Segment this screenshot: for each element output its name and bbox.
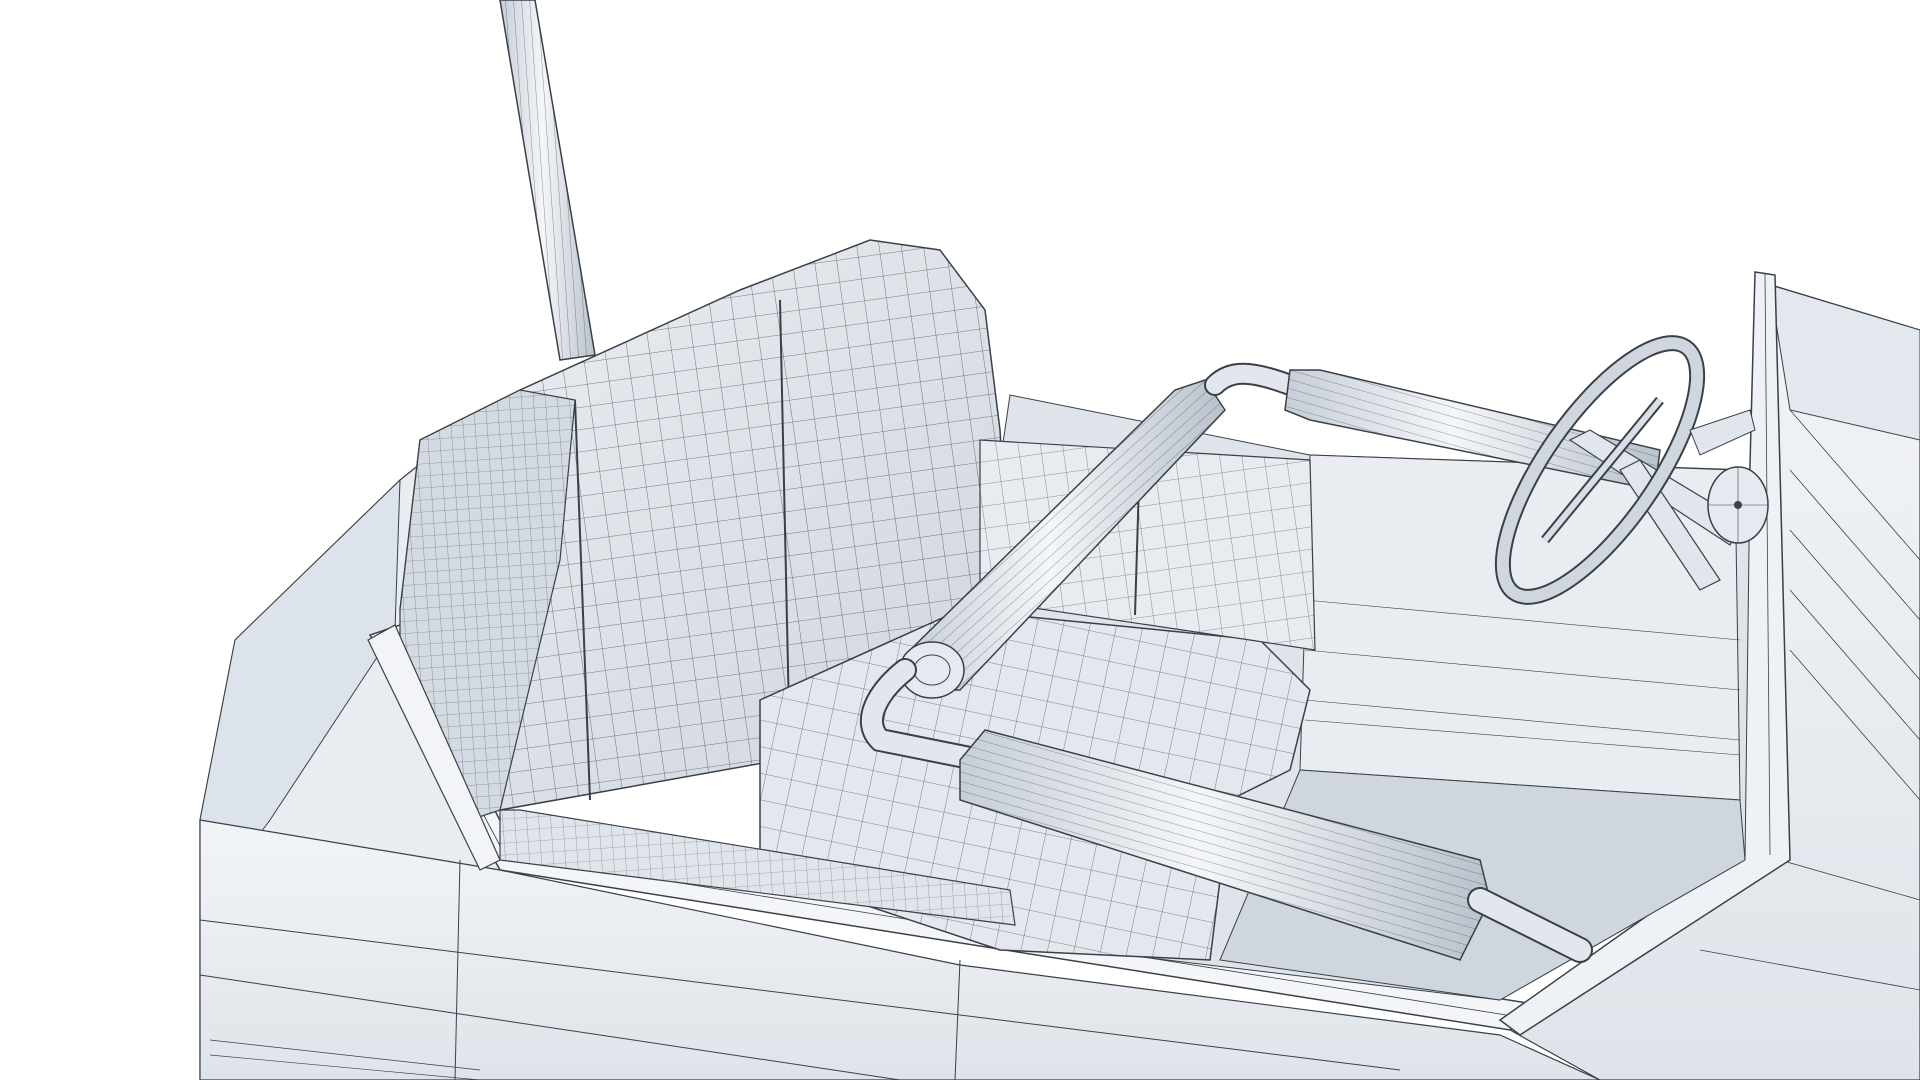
- render-canvas: [0, 0, 1920, 1080]
- antenna-pole: [499, 0, 596, 361]
